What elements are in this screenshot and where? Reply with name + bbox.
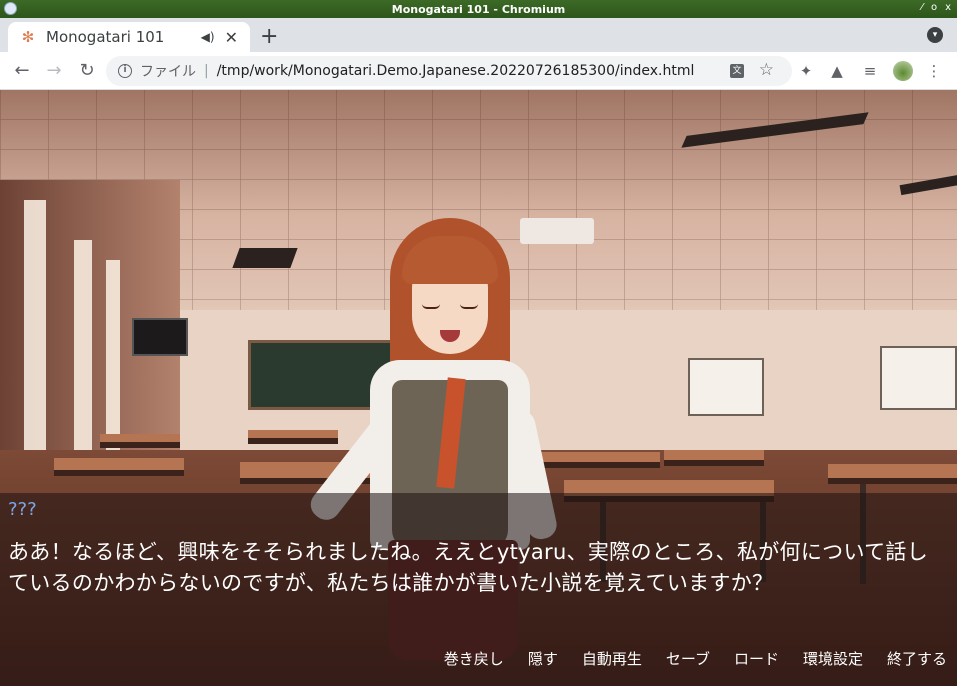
flower-icon: ✻ — [21, 28, 35, 46]
window-titlebar: Monogatari 101 - Chromium ⁄ o x — [0, 0, 957, 18]
speaker-icon[interactable]: ◀) — [201, 30, 215, 44]
character-eye — [422, 304, 440, 309]
desk — [248, 430, 338, 444]
quit-button[interactable]: 終了する — [887, 648, 947, 669]
desk — [664, 450, 764, 466]
dialogue-box[interactable]: ??? ああ！なるほど、興味をそそられましたね。ええとytyaru、実際のところ… — [0, 493, 957, 686]
desk — [100, 434, 180, 448]
ceiling-vent — [232, 248, 298, 268]
browser-toolbar: ← → ↻ i ファイル | /tmp/work/Monogatari.Demo… — [0, 52, 957, 90]
url-text[interactable]: /tmp/work/Monogatari.Demo.Japanese.20220… — [217, 63, 695, 79]
flask-icon[interactable]: ▲ — [827, 61, 847, 81]
minimize-icon[interactable]: ⁄ — [921, 2, 923, 13]
hide-button[interactable]: 隠す — [528, 648, 558, 669]
window-title: Monogatari 101 - Chromium — [391, 2, 566, 16]
tab-title: Monogatari 101 — [46, 28, 165, 46]
os-menu-icon[interactable] — [4, 2, 17, 15]
desk — [54, 458, 184, 476]
speaker-name: ??? — [8, 499, 37, 520]
new-tab-button[interactable]: + — [260, 24, 278, 50]
profile-avatar[interactable] — [893, 61, 913, 81]
forward-button[interactable]: → — [42, 59, 66, 83]
extensions-icon[interactable]: ✦ — [796, 61, 816, 81]
rewind-button[interactable]: 巻き戻し — [444, 648, 504, 669]
star-icon[interactable]: ☆ — [759, 60, 774, 80]
maximize-icon[interactable]: o — [931, 2, 937, 13]
save-button[interactable]: セーブ — [666, 648, 710, 669]
auto-play-button[interactable]: 自動再生 — [582, 648, 642, 669]
classroom-tv — [132, 318, 188, 356]
scheme-separator: | — [204, 63, 209, 79]
desk — [828, 464, 957, 484]
settings-button[interactable]: 環境設定 — [803, 648, 863, 669]
tab-monogatari[interactable]: ✻ Monogatari 101 ◀) ✕ — [8, 22, 250, 52]
load-button[interactable]: ロード — [734, 648, 779, 669]
scheme-label: ファイル — [140, 64, 196, 80]
quick-menu: 巻き戻し 隠す 自動再生 セーブ ロード 環境設定 終了する — [444, 648, 947, 669]
back-button[interactable]: ← — [10, 59, 34, 83]
close-tab-icon[interactable]: ✕ — [225, 28, 238, 47]
whiteboard — [688, 358, 764, 416]
dialogue-text: ああ！なるほど、興味をそそられましたね。ええとytyaru、実際のところ、私が何… — [8, 540, 929, 595]
tab-search-icon[interactable]: ▾ — [927, 27, 943, 43]
whiteboard — [880, 346, 957, 410]
character-eye — [460, 304, 478, 309]
info-icon[interactable]: i — [118, 64, 132, 78]
translate-icon[interactable]: 文 — [730, 64, 744, 78]
media-icon[interactable]: ≡ — [860, 61, 880, 81]
close-window-icon[interactable]: x — [945, 2, 951, 13]
tab-strip: ✻ Monogatari 101 ◀) ✕ + ▾ — [0, 18, 957, 52]
address-bar[interactable]: i ファイル | /tmp/work/Monogatari.Demo.Japan… — [106, 56, 792, 86]
window-controls: ⁄ o x — [921, 2, 951, 13]
menu-icon[interactable]: ⋮ — [924, 61, 944, 81]
reload-button[interactable]: ↻ — [75, 59, 99, 83]
